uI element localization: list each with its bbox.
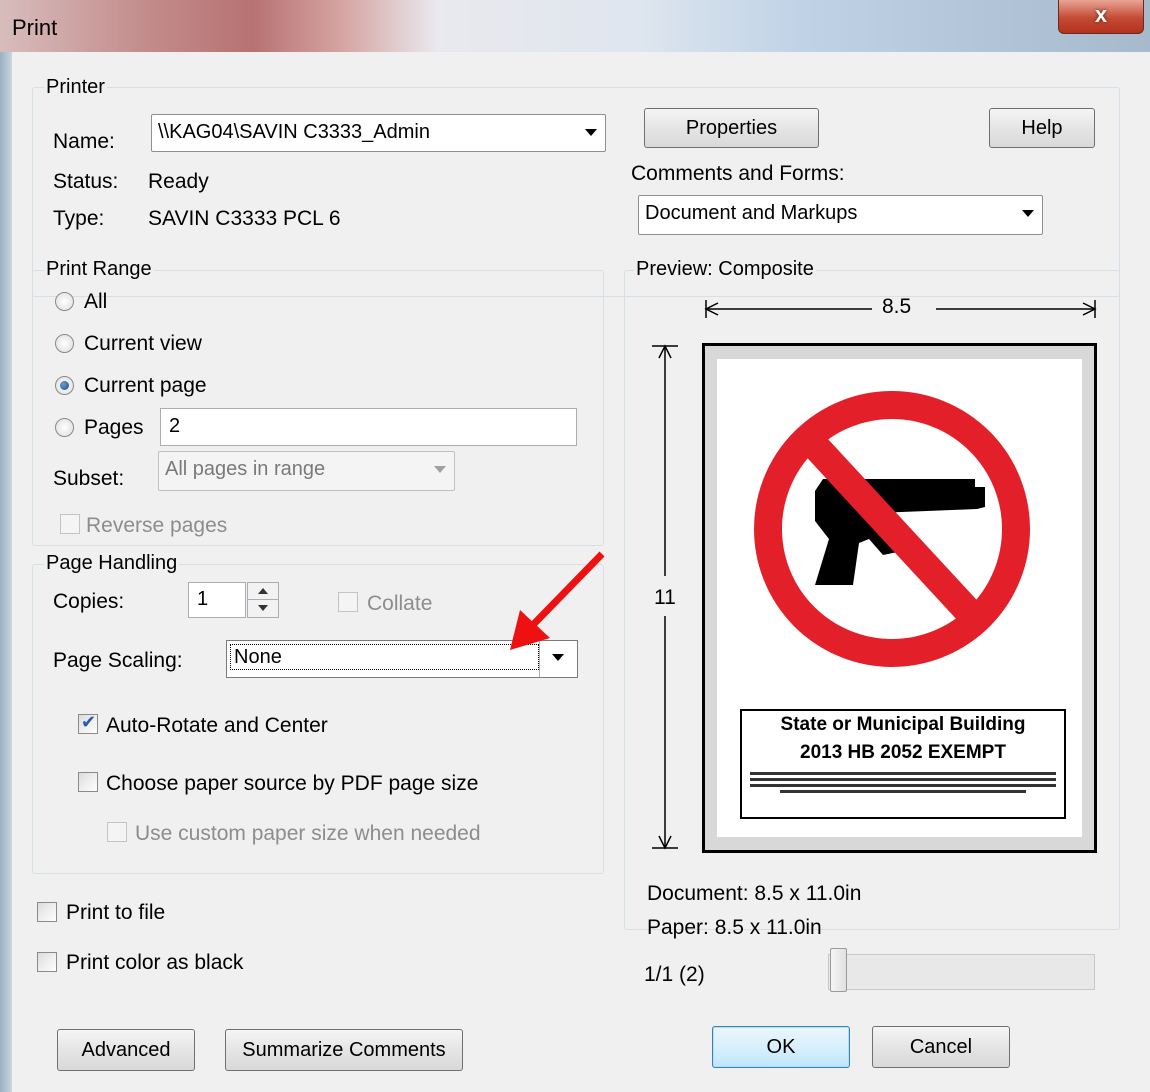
properties-button[interactable]: Properties: [644, 108, 819, 148]
preview-slider-thumb[interactable]: [830, 948, 847, 992]
sign-line-1: State or Municipal Building: [780, 714, 1026, 735]
close-icon: x: [1094, 2, 1108, 27]
chevron-down-icon: [434, 466, 446, 473]
cancel-button[interactable]: Cancel: [872, 1026, 1010, 1068]
printer-status-label: Status:: [53, 170, 119, 193]
auto-rotate-checkbox[interactable]: [78, 712, 98, 734]
radio-pages-label[interactable]: Pages: [84, 416, 144, 440]
print-range-group-label: Print Range: [44, 258, 154, 281]
document-size-label: Document: 8.5 x 11.0in: [647, 882, 862, 905]
preview-width-label: 8.5: [882, 295, 912, 318]
summarize-comments-button[interactable]: Summarize Comments: [225, 1029, 463, 1071]
auto-rotate-label[interactable]: Auto-Rotate and Center: [106, 714, 328, 738]
chevron-down-icon: [258, 605, 268, 611]
radio-current-page[interactable]: [55, 376, 74, 395]
help-button[interactable]: Help: [989, 108, 1095, 148]
copies-input[interactable]: 1: [188, 582, 246, 618]
arrow-shaft: [525, 551, 605, 633]
ok-button[interactable]: OK: [712, 1026, 850, 1068]
pages-input[interactable]: 2: [160, 408, 577, 446]
reverse-pages-checkbox[interactable]: [60, 514, 80, 534]
copies-label: Copies:: [53, 590, 125, 613]
print-color-black-label[interactable]: Print color as black: [66, 951, 243, 975]
print-color-black-checkbox[interactable]: [37, 952, 57, 972]
radio-all[interactable]: [55, 292, 74, 311]
preview-page-content: State or Municipal Building 2013 HB 2052…: [717, 359, 1082, 837]
custom-paper-label[interactable]: Use custom paper size when needed: [135, 822, 481, 846]
radio-current-view-label[interactable]: Current view: [84, 332, 202, 356]
preview-page-slider[interactable]: [828, 954, 1095, 990]
page-scaling-label: Page Scaling:: [53, 649, 183, 672]
print-dialog: Printer Name: \\KAG04\SAVIN C3333_Admin …: [12, 52, 1150, 1092]
page-handling-group-label: Page Handling: [44, 552, 180, 575]
collate-label[interactable]: Collate: [367, 592, 432, 616]
printer-group-label: Printer: [44, 76, 107, 99]
close-button[interactable]: x: [1058, 0, 1144, 34]
preview-page: State or Municipal Building 2013 HB 2052…: [702, 343, 1097, 853]
radio-pages[interactable]: [55, 418, 74, 437]
collate-checkbox[interactable]: [338, 592, 358, 612]
radio-current-view[interactable]: [55, 334, 74, 353]
chevron-up-icon: [258, 588, 268, 594]
printer-status-value: Ready: [148, 170, 209, 193]
comments-forms-label: Comments and Forms:: [631, 162, 845, 185]
printer-name-select[interactable]: \\KAG04\SAVIN C3333_Admin: [151, 114, 606, 152]
subset-select[interactable]: All pages in range: [158, 451, 455, 491]
radio-current-page-label[interactable]: Current page: [84, 374, 207, 398]
printer-name-label: Name:: [53, 130, 115, 153]
custom-paper-checkbox[interactable]: [107, 822, 127, 842]
preview-height-label: 11: [654, 586, 676, 609]
advanced-button[interactable]: Advanced: [57, 1029, 195, 1071]
paper-source-checkbox[interactable]: [78, 772, 98, 792]
radio-all-label[interactable]: All: [84, 290, 107, 314]
chevron-down-icon: [1022, 210, 1034, 217]
stepper-up[interactable]: [248, 583, 278, 600]
title-bar: Print x: [0, 0, 1150, 52]
stepper-down[interactable]: [248, 600, 278, 617]
paper-source-label[interactable]: Choose paper source by PDF page size: [106, 772, 478, 796]
comments-forms-value: Document and Markups: [645, 202, 858, 224]
comments-forms-select[interactable]: Document and Markups: [638, 195, 1043, 235]
printer-type-value: SAVIN C3333 PCL 6: [148, 207, 341, 230]
printer-name-value: \\KAG04\SAVIN C3333_Admin: [158, 121, 430, 143]
sign-fine-print: [750, 772, 1056, 793]
reverse-pages-label[interactable]: Reverse pages: [86, 514, 227, 538]
sign-text-box: State or Municipal Building 2013 HB 2052…: [740, 709, 1066, 819]
window-frame: [0, 52, 12, 1092]
paper-size-label: Paper: 8.5 x 11.0in: [647, 916, 822, 939]
print-to-file-label[interactable]: Print to file: [66, 901, 165, 925]
no-guns-sign: [754, 391, 1030, 667]
copies-stepper[interactable]: [247, 582, 279, 618]
sign-line-2: 2013 HB 2052 EXEMPT: [800, 742, 1006, 763]
annotation-arrow: [510, 551, 605, 650]
subset-value: All pages in range: [165, 458, 326, 480]
page-counter: 1/1 (2): [644, 963, 705, 986]
window-title: Print: [12, 15, 58, 40]
chevron-down-icon: [585, 129, 597, 136]
printer-type-label: Type:: [53, 207, 105, 230]
subset-label: Subset:: [53, 467, 125, 490]
print-to-file-checkbox[interactable]: [37, 902, 57, 922]
preview-group-label: Preview: Composite: [634, 258, 816, 281]
